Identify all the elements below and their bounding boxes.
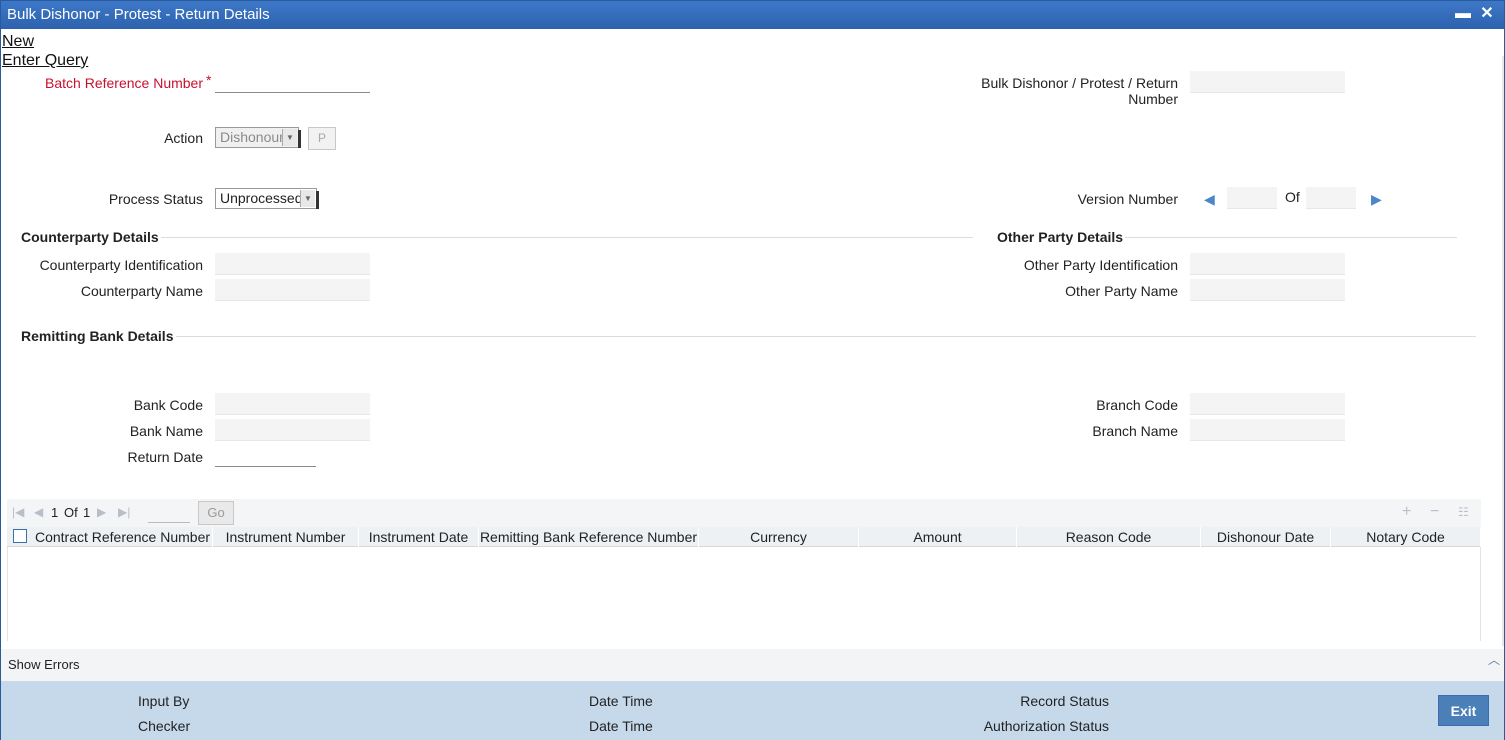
grid-toolbar: |◀ ◀ 1 Of 1 ▶ ▶| Go + − ☷ (7, 499, 1481, 527)
previous-version-icon[interactable]: ◀ (1204, 191, 1215, 208)
return-date-label: Return Date (127, 449, 203, 465)
page-total: 1 (83, 505, 91, 520)
checker-label: Checker (138, 718, 191, 734)
bank-name-input[interactable] (215, 419, 370, 441)
other-party-id-input[interactable] (1190, 253, 1345, 275)
counterparty-name-input[interactable] (215, 279, 370, 301)
other-party-heading: Other Party Details (997, 229, 1124, 245)
title-bar: Bulk Dishonor - Protest - Return Details… (1, 1, 1504, 29)
counterparty-id-label: Counterparty Identification (39, 257, 203, 273)
other-party-divider (1125, 237, 1457, 238)
audit-footer: Input By Checker Date Time Date Time Rec… (1, 681, 1504, 740)
minimize-button[interactable]: ▬ (1454, 5, 1472, 23)
input-by-label: Input By (138, 693, 190, 709)
other-party-name-label: Other Party Name (1065, 283, 1178, 299)
checker-date-time-label: Date Time (589, 718, 653, 734)
grid-body (7, 547, 1481, 641)
version-total-input[interactable] (1306, 187, 1356, 209)
next-version-icon[interactable]: ▶ (1371, 191, 1382, 208)
branch-code-input[interactable] (1190, 393, 1345, 415)
new-link[interactable]: New (2, 33, 34, 51)
bulk-dishonor-window: Bulk Dishonor - Protest - Return Details… (0, 0, 1505, 740)
chevron-down-icon: ▼ (282, 129, 297, 146)
exit-button[interactable]: Exit (1438, 695, 1489, 726)
branch-code-label: Branch Code (1096, 397, 1178, 413)
batch-reference-label: Batch Reference Number (45, 75, 203, 91)
column-header[interactable]: Instrument Date (359, 527, 479, 547)
batch-reference-input[interactable] (215, 71, 370, 93)
next-page-icon[interactable]: ▶ (97, 505, 106, 519)
action-value: Dishonour (220, 129, 284, 145)
errors-bar: Show Errors ︿ (1, 649, 1504, 681)
counterparty-divider (161, 237, 973, 238)
required-mark: * (206, 72, 212, 88)
grid-header: Contract Reference Number Instrument Num… (7, 527, 1481, 547)
column-header[interactable]: Instrument Number (213, 527, 359, 547)
input-date-time-label: Date Time (589, 693, 653, 709)
process-status-value: Unprocessed (220, 190, 303, 206)
bank-code-input[interactable] (215, 393, 370, 415)
counterparty-heading: Counterparty Details (21, 229, 159, 245)
bank-name-label: Bank Name (129, 423, 203, 439)
column-header[interactable]: Contract Reference Number (33, 527, 213, 547)
counterparty-name-label: Counterparty Name (80, 283, 203, 299)
row-details-icon[interactable]: ☷ (1458, 505, 1469, 519)
delete-row-icon[interactable]: − (1430, 503, 1439, 521)
bulk-number-label-line2: Number (1128, 91, 1178, 107)
add-row-icon[interactable]: + (1402, 503, 1411, 521)
page-number-input[interactable] (148, 501, 190, 523)
go-button[interactable]: Go (198, 501, 234, 525)
action-label: Action (164, 130, 203, 146)
action-select[interactable]: Dishonour ▼ (215, 127, 301, 148)
page-current: 1 (51, 505, 59, 520)
show-errors-link[interactable]: Show Errors (8, 657, 80, 672)
column-header[interactable]: Notary Code (1331, 527, 1481, 547)
first-page-icon[interactable]: |◀ (12, 505, 24, 519)
chevron-down-icon: ▼ (300, 190, 315, 207)
branch-name-label: Branch Name (1092, 423, 1178, 439)
chevron-up-icon[interactable]: ︿ (1488, 651, 1500, 668)
window-title: Bulk Dishonor - Protest - Return Details (7, 6, 270, 23)
version-number-label: Version Number (1077, 191, 1178, 207)
select-all-checkbox[interactable] (13, 529, 27, 543)
remitting-bank-divider (176, 336, 1476, 337)
other-party-name-input[interactable] (1190, 279, 1345, 301)
bank-code-label: Bank Code (133, 397, 203, 413)
page-of: Of (64, 505, 78, 520)
process-status-select[interactable]: Unprocessed ▼ (215, 188, 319, 209)
p-button[interactable]: P (308, 127, 336, 150)
process-status-label: Process Status (108, 191, 203, 207)
bulk-number-label-line1: Bulk Dishonor / Protest / Return (981, 75, 1178, 91)
version-current-input[interactable] (1227, 187, 1277, 209)
close-button[interactable]: ✕ (1478, 5, 1496, 23)
enter-query-link[interactable]: Enter Query (2, 52, 88, 70)
record-status-label: Record Status (1020, 693, 1109, 709)
authorization-status-label: Authorization Status (983, 718, 1109, 734)
contracts-grid: |◀ ◀ 1 Of 1 ▶ ▶| Go + − ☷ Contract Refer… (7, 499, 1481, 641)
column-header[interactable]: Currency (699, 527, 859, 547)
version-of-label: Of (1285, 189, 1300, 205)
other-party-id-label: Other Party Identification (1023, 257, 1178, 273)
previous-page-icon[interactable]: ◀ (34, 505, 43, 519)
column-header[interactable]: Dishonour Date (1201, 527, 1331, 547)
return-date-input[interactable] (215, 445, 316, 467)
vertical-scrollbar[interactable] (1502, 56, 1504, 646)
counterparty-id-input[interactable] (215, 253, 370, 275)
bulk-number-input[interactable] (1190, 71, 1345, 93)
last-page-icon[interactable]: ▶| (118, 505, 130, 519)
column-header[interactable]: Amount (859, 527, 1017, 547)
column-header[interactable]: Reason Code (1017, 527, 1201, 547)
column-header[interactable]: Remitting Bank Reference Number (479, 527, 699, 547)
remitting-bank-heading: Remitting Bank Details (21, 328, 174, 344)
branch-name-input[interactable] (1190, 419, 1345, 441)
